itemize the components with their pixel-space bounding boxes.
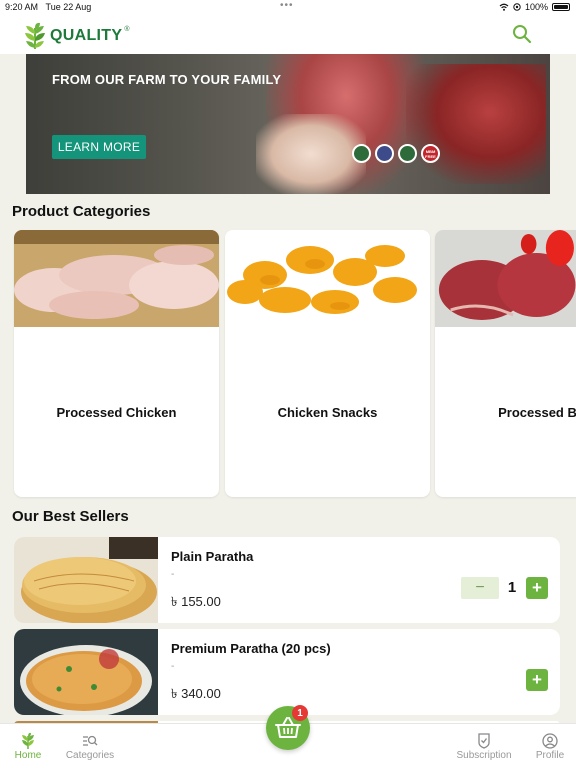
product-price: ৳ 340.00 [171, 686, 221, 701]
product-name: Premium Paratha (20 pcs) [171, 641, 331, 656]
section-title-categories: Product Categories [12, 203, 151, 220]
banner-title: FROM OUR FARM TO YOUR FAMILY [52, 72, 282, 87]
leaf-icon [0, 732, 60, 750]
category-card-processed-beef[interactable]: Processed B [435, 230, 576, 497]
product-subtitle: - [171, 569, 175, 580]
status-indicators: 100% [499, 2, 570, 12]
tab-subscription[interactable]: Subscription [452, 732, 516, 761]
banner-image-chicken [256, 114, 366, 194]
add-to-cart-button[interactable]: + [526, 669, 548, 691]
product-subtitle: - [171, 661, 175, 672]
wifi-icon [499, 3, 509, 11]
banner-image-beef [406, 64, 546, 184]
category-card-chicken-snacks[interactable]: Chicken Snacks [225, 230, 430, 497]
product-card-plain-paratha[interactable]: Plain Paratha - ৳ 155.00 − 1 + [14, 537, 560, 623]
learn-more-button[interactable]: LEARN MORE [52, 135, 146, 159]
category-label: Chicken Snacks [277, 405, 378, 420]
product-price: ৳ 155.00 [171, 594, 221, 609]
tab-label: Profile [535, 750, 565, 761]
quantity-value: 1 [507, 579, 517, 596]
search-icon[interactable] [512, 24, 532, 44]
tab-label: Subscription [456, 750, 512, 761]
location-icon [513, 3, 521, 11]
brand-logo[interactable]: QUALITY ® [24, 22, 132, 50]
mbm-free-badge: MBM FREE [421, 144, 440, 163]
shield-check-icon [452, 732, 516, 750]
decrease-quantity-button[interactable]: − [461, 577, 499, 599]
battery-icon [552, 3, 570, 11]
category-image-nuggets [225, 230, 430, 327]
product-image-premium-paratha [14, 629, 158, 715]
battery-percent: 100% [524, 2, 548, 12]
product-card-premium-paratha[interactable]: Premium Paratha (20 pcs) - ৳ 340.00 + [14, 629, 560, 715]
tab-label: Home [14, 750, 42, 761]
category-image-chicken [14, 230, 219, 327]
tab-profile[interactable]: Profile [518, 732, 576, 761]
user-circle-icon [518, 732, 576, 750]
logo-registered-mark: ® [124, 25, 130, 33]
category-image-beef [435, 230, 576, 327]
quality-badge-icon [398, 144, 417, 163]
categories-search-icon [58, 732, 122, 750]
category-label: Processed Chicken [56, 405, 177, 420]
leaf-logo-icon [25, 22, 45, 49]
cart-count-badge: 1 [292, 705, 308, 721]
certification-badges: MBM FREE [352, 144, 440, 163]
category-card-processed-chicken[interactable]: Processed Chicken [14, 230, 219, 497]
section-title-best-sellers: Our Best Sellers [12, 508, 129, 525]
logo-text: QUALITY [50, 27, 123, 44]
app-header: QUALITY ® [0, 14, 576, 54]
multitask-dots-icon[interactable]: ••• [280, 0, 294, 11]
halal-badge-icon [352, 144, 371, 163]
tab-home[interactable]: Home [0, 732, 60, 761]
product-name: Plain Paratha [171, 549, 254, 564]
status-time: 9:20 AM Tue 22 Aug [5, 2, 92, 12]
tab-label: Categories [65, 750, 115, 761]
product-image-plain-paratha [14, 537, 158, 623]
category-label: Processed B [498, 405, 576, 420]
status-bar: 9:20 AM Tue 22 Aug ••• 100% [0, 0, 576, 14]
iso-badge-icon [375, 144, 394, 163]
tab-categories[interactable]: Categories [58, 732, 122, 761]
promo-banner[interactable]: FROM OUR FARM TO YOUR FAMILY LEARN MORE … [26, 54, 550, 194]
increase-quantity-button[interactable]: + [526, 577, 548, 599]
